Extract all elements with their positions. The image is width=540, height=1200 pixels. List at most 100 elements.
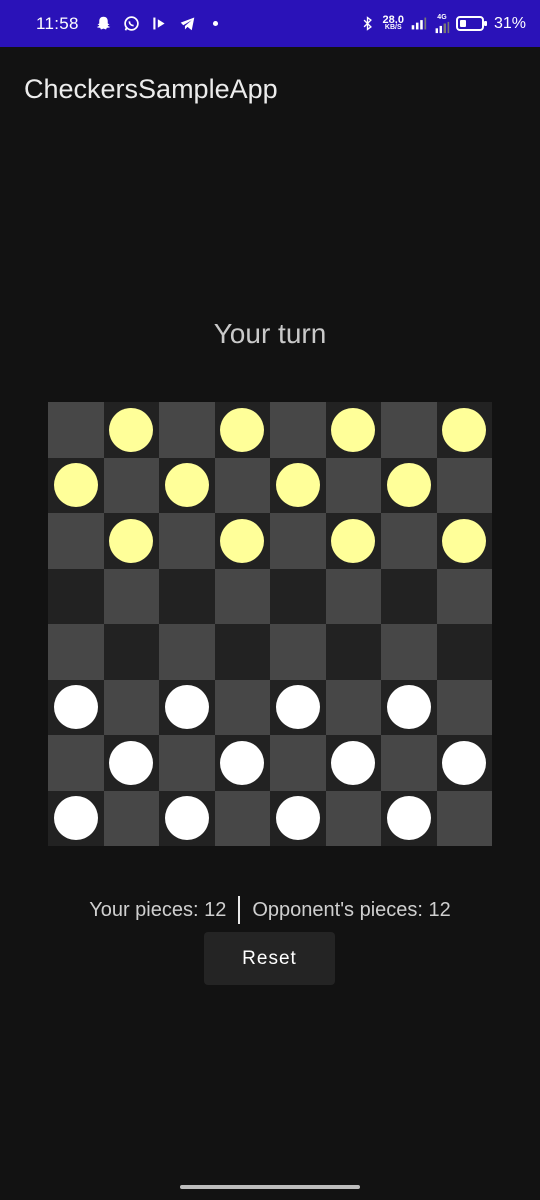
- opponent-pieces-count: Opponent's pieces: 12: [252, 898, 451, 921]
- board-square[interactable]: [325, 568, 381, 624]
- opponent-piece[interactable]: [442, 407, 487, 452]
- reset-button[interactable]: Reset: [204, 932, 335, 985]
- board-square[interactable]: [159, 624, 215, 680]
- turn-indicator: Your turn: [213, 318, 327, 349]
- home-indicator[interactable]: [180, 1185, 360, 1189]
- board-square[interactable]: [103, 735, 159, 791]
- board-square[interactable]: [325, 624, 381, 680]
- player-piece[interactable]: [331, 740, 376, 785]
- board-square[interactable]: [381, 568, 437, 624]
- opponent-piece[interactable]: [386, 463, 431, 508]
- board-square[interactable]: [270, 735, 326, 791]
- player-piece[interactable]: [442, 740, 487, 785]
- board-square[interactable]: [436, 402, 492, 458]
- board-square[interactable]: [436, 457, 492, 513]
- board-square[interactable]: [325, 513, 381, 569]
- board-square[interactable]: [48, 679, 104, 735]
- board-square[interactable]: [48, 513, 104, 569]
- board-square[interactable]: [214, 735, 270, 791]
- player-piece[interactable]: [275, 685, 320, 730]
- board-square[interactable]: [214, 679, 270, 735]
- board-square[interactable]: [270, 679, 326, 735]
- dot-icon: [207, 15, 225, 33]
- board-square[interactable]: [270, 402, 326, 458]
- player-piece[interactable]: [386, 796, 431, 841]
- board-square[interactable]: [214, 402, 270, 458]
- player-piece[interactable]: [220, 740, 265, 785]
- opponent-piece[interactable]: [442, 518, 487, 563]
- board-square[interactable]: [381, 624, 437, 680]
- board-square[interactable]: [436, 790, 492, 846]
- board-square[interactable]: [159, 735, 215, 791]
- board-square[interactable]: [159, 457, 215, 513]
- player-piece[interactable]: [109, 740, 154, 785]
- opponent-piece[interactable]: [109, 407, 154, 452]
- board-square[interactable]: [381, 679, 437, 735]
- board-square[interactable]: [214, 624, 270, 680]
- board-square[interactable]: [436, 735, 492, 791]
- board-square[interactable]: [48, 735, 104, 791]
- board-square[interactable]: [436, 624, 492, 680]
- board-square[interactable]: [270, 568, 326, 624]
- board-square[interactable]: [103, 790, 159, 846]
- opponent-piece[interactable]: [275, 463, 320, 508]
- board-square[interactable]: [214, 457, 270, 513]
- board-square[interactable]: [325, 457, 381, 513]
- player-piece[interactable]: [275, 796, 320, 841]
- opponent-piece[interactable]: [53, 463, 98, 508]
- board-square[interactable]: [325, 402, 381, 458]
- board-square[interactable]: [48, 402, 104, 458]
- board-square[interactable]: [270, 457, 326, 513]
- opponent-piece[interactable]: [331, 518, 376, 563]
- player-piece[interactable]: [53, 796, 98, 841]
- board-square[interactable]: [325, 790, 381, 846]
- status-bar: 11:58 28.0 KB/S 4G 31%: [0, 0, 540, 47]
- board-square[interactable]: [103, 568, 159, 624]
- board-square[interactable]: [48, 790, 104, 846]
- board-square[interactable]: [381, 735, 437, 791]
- board-square[interactable]: [325, 735, 381, 791]
- board-square[interactable]: [159, 568, 215, 624]
- board-square[interactable]: [436, 513, 492, 569]
- board-square[interactable]: [103, 679, 159, 735]
- board-square[interactable]: [103, 624, 159, 680]
- board-square[interactable]: [381, 457, 437, 513]
- board-square[interactable]: [214, 790, 270, 846]
- board-square[interactable]: [214, 568, 270, 624]
- opponent-piece[interactable]: [331, 407, 376, 452]
- board-square[interactable]: [325, 679, 381, 735]
- net-speed: 28.0 KB/S: [383, 14, 404, 32]
- board-square[interactable]: [436, 568, 492, 624]
- opponent-piece[interactable]: [220, 407, 265, 452]
- board-square[interactable]: [159, 679, 215, 735]
- board-square[interactable]: [381, 402, 437, 458]
- player-piece[interactable]: [386, 685, 431, 730]
- opponent-piece[interactable]: [109, 518, 154, 563]
- board-square[interactable]: [103, 402, 159, 458]
- your-pieces-count: Your pieces: 12: [89, 898, 227, 921]
- player-piece[interactable]: [164, 796, 209, 841]
- board-square[interactable]: [48, 457, 104, 513]
- board-square[interactable]: [270, 790, 326, 846]
- board-square[interactable]: [214, 513, 270, 569]
- board-square[interactable]: [103, 513, 159, 569]
- player-piece[interactable]: [53, 685, 98, 730]
- checkers-board[interactable]: [48, 402, 492, 846]
- opponent-piece[interactable]: [164, 463, 209, 508]
- board-square[interactable]: [159, 402, 215, 458]
- board-square[interactable]: [48, 568, 104, 624]
- board-square[interactable]: [159, 790, 215, 846]
- board-square[interactable]: [103, 457, 159, 513]
- board-square[interactable]: [270, 624, 326, 680]
- board-square[interactable]: [381, 513, 437, 569]
- board-square[interactable]: [270, 513, 326, 569]
- board-square[interactable]: [436, 679, 492, 735]
- board-square[interactable]: [381, 790, 437, 846]
- board-square[interactable]: [48, 624, 104, 680]
- board-square[interactable]: [159, 513, 215, 569]
- battery-percent: 31%: [493, 14, 526, 32]
- battery-icon: [455, 16, 487, 31]
- signal-icon: [410, 15, 428, 33]
- opponent-piece[interactable]: [220, 518, 265, 563]
- player-piece[interactable]: [164, 685, 209, 730]
